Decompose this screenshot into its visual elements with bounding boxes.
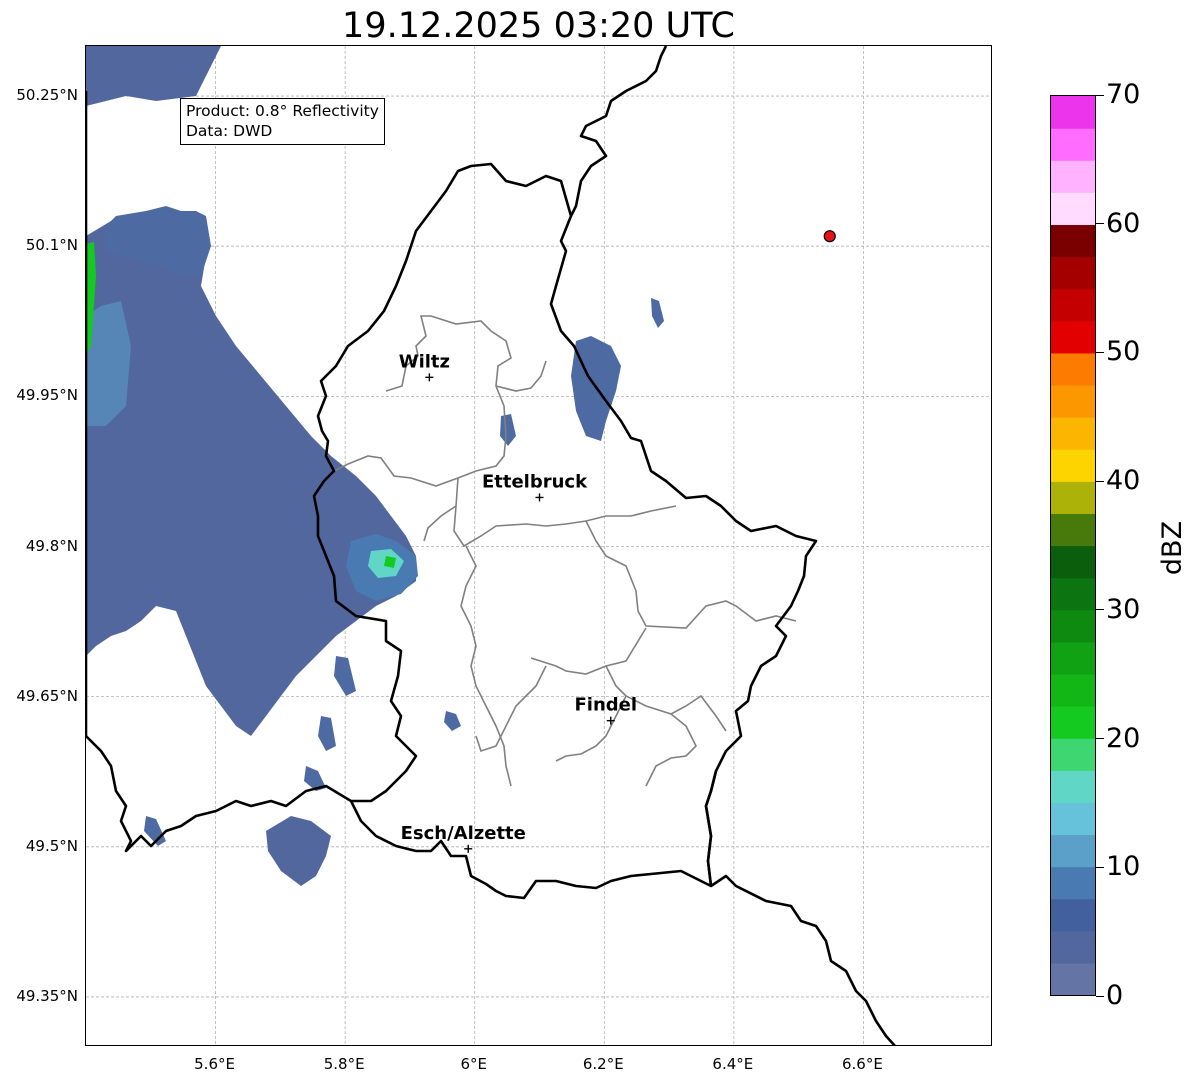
latitude-label: 49.95°N (16, 386, 78, 405)
longitude-label: 5.6°E (194, 1055, 235, 1073)
radar-echoes (86, 46, 664, 886)
colorbar-swatch (1051, 256, 1095, 290)
echo-small-2 (500, 414, 516, 446)
colorbar-unit: dBZ (1157, 520, 1184, 576)
colorbar-swatch (1051, 673, 1095, 707)
city-label: Wiltz (399, 351, 450, 372)
colorbar-swatch (1051, 96, 1095, 129)
colorbar-swatch (1051, 128, 1095, 161)
colorbar-swatch (1051, 449, 1095, 482)
map-area[interactable]: Wiltz Ettelbruck Findel Esch/Alzette Produc… (85, 45, 992, 1046)
colorbar-swatch (1051, 192, 1095, 226)
city-label: Ettelbruck (482, 471, 588, 492)
latitude-label: 49.5°N (25, 836, 78, 855)
map-canvas: Wiltz Ettelbruck Findel Esch/Alzette (86, 46, 991, 1045)
echo-field-west (86, 211, 416, 736)
colorbar-tick (1096, 94, 1104, 96)
colorbar-swatch (1051, 898, 1095, 932)
colorbar-tick-label: 50 (1106, 336, 1141, 368)
colorbar-tick (1096, 995, 1104, 997)
longitude-label: 5.8°E (323, 1055, 365, 1073)
colorbar-tick (1096, 351, 1104, 353)
city-label: Esch/Alzette (401, 823, 526, 844)
city-marker[interactable]: Ettelbruck (482, 471, 588, 502)
map-title: 19.12.2025 03:20 UTC (342, 6, 735, 46)
colorbar-tick (1096, 866, 1104, 868)
colorbar-tick-label: 40 (1106, 465, 1141, 497)
echo-blob-sw (266, 816, 331, 886)
colorbar-swatch (1051, 513, 1095, 547)
colorbar-swatch (1051, 384, 1095, 418)
echo-strip-top (86, 46, 221, 106)
echo-blob-central-peak (384, 556, 396, 568)
colorbar-swatch (1051, 962, 1095, 995)
colorbar-tick-label: 20 (1106, 722, 1141, 754)
colorbar-tick-label: 70 (1106, 79, 1141, 110)
colorbar-swatch (1051, 288, 1095, 322)
colorbar-swatch (1051, 545, 1095, 579)
latitude-label: 50.25°N (16, 86, 78, 105)
city-marker[interactable]: Wiltz (399, 351, 450, 382)
colorbar-tick (1096, 738, 1104, 740)
colorbar-swatch (1051, 930, 1095, 964)
colorbar-swatch (1051, 320, 1095, 354)
colorbar-tick (1096, 223, 1104, 225)
echo-small-8 (334, 656, 356, 696)
longitude-label: 6.6°E (842, 1055, 883, 1073)
longitude-label: 6.2°E (582, 1055, 624, 1073)
colorbar-tick-label: 10 (1106, 851, 1141, 883)
colorbar-swatch (1051, 802, 1095, 836)
longitude-label: 6°E (460, 1055, 487, 1073)
product-label: Product: 0.8° Reflectivity (186, 102, 379, 120)
latitude-label: 50.1°N (25, 236, 78, 255)
colorbar-swatch (1051, 706, 1095, 739)
colorbar-swatch (1051, 417, 1095, 450)
colorbar-swatches (1051, 96, 1095, 995)
colorbar-swatch (1051, 352, 1095, 386)
data-source-label: Data: DWD (186, 122, 273, 140)
city-label: Findel (574, 695, 637, 716)
colorbar-swatch (1051, 738, 1095, 771)
latitude-label: 49.8°N (25, 536, 78, 555)
echo-small-5 (318, 716, 336, 751)
info-box: Product: 0.8° Reflectivity Data: DWD (180, 98, 385, 145)
city-marker[interactable]: Esch/Alzette (401, 823, 526, 853)
latitude-label: 49.65°N (16, 686, 78, 705)
radar-site-marker[interactable] (823, 230, 836, 243)
colorbar-swatch (1051, 577, 1095, 611)
echo-small-3 (651, 298, 664, 328)
colorbar-tick-label: 60 (1106, 207, 1141, 239)
longitude-label: 6.4°E (712, 1055, 754, 1073)
colorbar-swatch (1051, 641, 1095, 675)
colorbar-swatch (1051, 866, 1095, 900)
colorbar-swatch (1051, 770, 1095, 803)
colorbar-swatch (1051, 160, 1095, 193)
echo-small-4 (444, 711, 461, 731)
colorbar-tick-label: 30 (1106, 593, 1141, 625)
colorbar (1050, 95, 1096, 996)
colorbar-swatch (1051, 609, 1095, 643)
colorbar-tick-label: 0 (1106, 980, 1124, 1011)
colorbar-tick (1096, 609, 1104, 611)
colorbar-swatch (1051, 224, 1095, 258)
city-marker[interactable]: Findel (574, 695, 637, 725)
colorbar-swatch (1051, 481, 1095, 514)
colorbar-swatch (1051, 834, 1095, 868)
colorbar-tick (1096, 480, 1104, 482)
latitude-label: 49.35°N (16, 986, 78, 1005)
